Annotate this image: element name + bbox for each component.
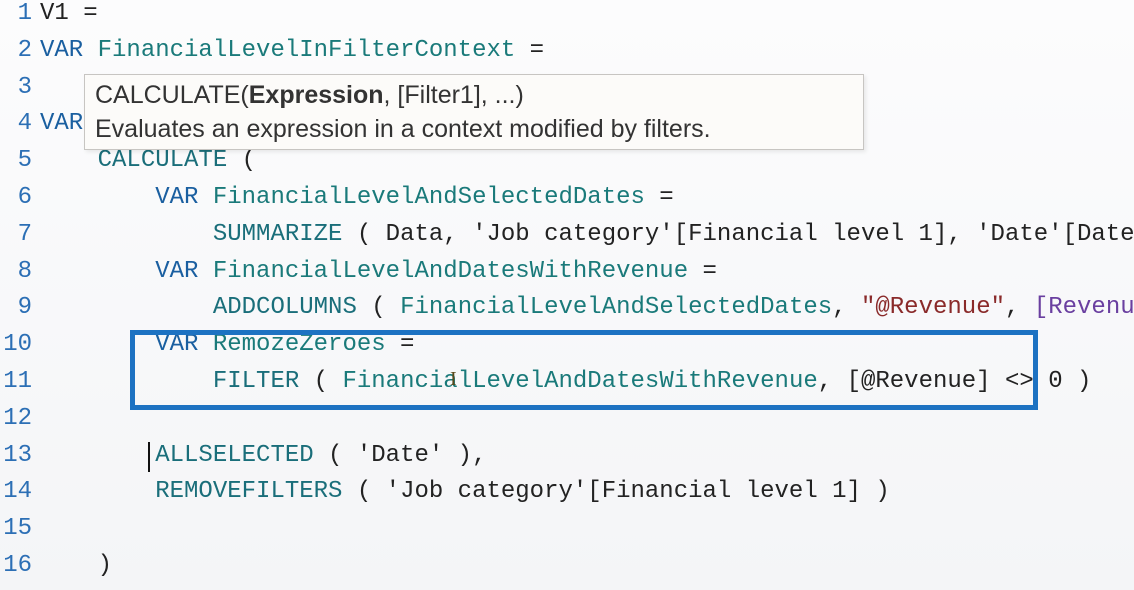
line-number: 11	[0, 368, 38, 395]
comma: ,	[832, 294, 861, 321]
indent	[40, 368, 213, 395]
comma: ,	[1005, 294, 1034, 321]
line-number: 8	[0, 258, 38, 285]
tooltip-description: Evaluates an expression in a context mod…	[95, 113, 853, 147]
keyword-var: VAR	[155, 258, 213, 285]
args: ( 'Job category'[Financial level 1] )	[342, 478, 889, 505]
tooltip-bold-arg: Expression	[249, 81, 384, 109]
paren: )	[1063, 368, 1092, 395]
code-content: VAR FinancialLevelInFilterContext =	[38, 37, 544, 64]
identifier: FinancialLevelAndSelectedDates	[400, 294, 832, 321]
code-content: V1 =	[38, 0, 98, 27]
code-line[interactable]: 10 VAR RemozeZeroes =	[0, 331, 1134, 368]
indent	[40, 221, 213, 248]
tooltip-fn: CALCULATE(	[95, 81, 249, 109]
code-line[interactable]: 13 ALLSELECTED ( 'Date' ),	[0, 442, 1134, 479]
indent	[40, 184, 155, 211]
indent	[40, 331, 155, 358]
code-line[interactable]: 15	[0, 515, 1134, 552]
code-content: REMOVEFILTERS ( 'Job category'[Financial…	[38, 478, 890, 505]
equals: =	[69, 0, 98, 27]
code-content: ALLSELECTED ( 'Date' ),	[38, 442, 486, 469]
code-content: FILTER ( FinancialLevelAndDatesWithReven…	[38, 368, 1091, 395]
function-addcolumns: ADDCOLUMNS	[213, 294, 357, 321]
code-line[interactable]: 8 VAR FinancialLevelAndDatesWithRevenue …	[0, 258, 1134, 295]
code-line[interactable]: 6 VAR FinancialLevelAndSelectedDates =	[0, 184, 1134, 221]
indent	[40, 442, 155, 469]
function-summarize: SUMMARIZE	[213, 221, 343, 248]
args: ( 'Date' ),	[314, 442, 487, 469]
condition: [@Revenue] <> 0	[847, 368, 1063, 395]
line-number: 9	[0, 294, 38, 321]
line-number: 7	[0, 221, 38, 248]
code-line[interactable]: 2 VAR FinancialLevelInFilterContext =	[0, 37, 1134, 74]
paren: (	[299, 368, 342, 395]
paren: (	[227, 147, 256, 174]
line-number: 6	[0, 184, 38, 211]
line-number: 3	[0, 74, 38, 101]
tooltip-rest: , [Filter1], ...)	[384, 81, 524, 109]
code-line[interactable]: 7 SUMMARIZE ( Data, 'Job category'[Finan…	[0, 221, 1134, 258]
indent	[40, 294, 213, 321]
identifier: FinancialLevelAndDatesWithRevenue	[342, 368, 817, 395]
line-number: 4	[0, 110, 38, 137]
tooltip-signature: CALCULATE(Expression, [Filter1], ...)	[95, 79, 853, 113]
code-content: SUMMARIZE ( Data, 'Job category'[Financi…	[38, 221, 1134, 248]
equals: =	[515, 37, 544, 64]
args: ( Data, 'Job category'[Financial level 1…	[342, 221, 1134, 248]
code-line[interactable]: 14 REMOVEFILTERS ( 'Job category'[Financ…	[0, 478, 1134, 515]
line-number: 13	[0, 442, 38, 469]
line-number: 5	[0, 147, 38, 174]
paren: (	[357, 294, 400, 321]
line-number: 12	[0, 405, 38, 432]
indent	[40, 478, 155, 505]
code-content: ADDCOLUMNS ( FinancialLevelAndSelectedDa…	[38, 294, 1134, 321]
keyword-var: VAR	[40, 37, 98, 64]
line-number: 16	[0, 552, 38, 579]
code-content: VAR FinancialLevelAndDatesWithRevenue =	[38, 258, 717, 285]
function-allselected: ALLSELECTED	[155, 442, 313, 469]
line-number: 10	[0, 331, 38, 358]
indent	[40, 552, 98, 579]
line-number: 2	[0, 37, 38, 64]
equals: =	[645, 184, 674, 211]
keyword-var: VAR	[155, 184, 213, 211]
indent	[40, 258, 155, 285]
keyword-var: VAR	[155, 331, 213, 358]
code-line[interactable]: 1 V1 =	[0, 0, 1134, 37]
line-number: 1	[0, 0, 38, 27]
identifier: FinancialLevelAndDatesWithRevenue	[213, 258, 688, 285]
identifier: FinancialLevelInFilterContext	[98, 37, 516, 64]
identifier: FinancialLevelAndSelectedDates	[213, 184, 645, 211]
code-content: VAR FinancialLevelAndSelectedDates =	[38, 184, 674, 211]
paren: )	[98, 552, 112, 579]
function-filter: FILTER	[213, 368, 299, 395]
equals: =	[386, 331, 415, 358]
line-number: 14	[0, 478, 38, 505]
line-number: 15	[0, 515, 38, 542]
code-line[interactable]: 9 ADDCOLUMNS ( FinancialLevelAndSelected…	[0, 294, 1134, 331]
string-literal: "@Revenue"	[861, 294, 1005, 321]
code-line[interactable]: 11 FILTER ( FinancialLevelAndDatesWithRe…	[0, 368, 1134, 405]
comma: ,	[818, 368, 847, 395]
function-calculate: CALCULATE	[98, 147, 228, 174]
code-editor[interactable]: 1 V1 = 2 VAR FinancialLevelInFilterConte…	[0, 0, 1134, 590]
measure-ref: [Revenue]	[1034, 294, 1134, 321]
code-content: VAR RemozeZeroes =	[38, 331, 414, 358]
code-line[interactable]: 5 CALCULATE (	[0, 147, 1134, 184]
code-line[interactable]: 12	[0, 405, 1134, 442]
function-removefilters: REMOVEFILTERS	[155, 478, 342, 505]
code-content: CALCULATE (	[38, 147, 256, 174]
identifier: RemozeZeroes	[213, 331, 386, 358]
text-caret	[148, 442, 150, 472]
code-content: )	[38, 552, 112, 579]
measure-name: V1	[40, 0, 69, 27]
equals: =	[688, 258, 717, 285]
indent	[40, 147, 98, 174]
code-line[interactable]: 16 )	[0, 552, 1134, 589]
intellisense-tooltip: CALCULATE(Expression, [Filter1], ...) Ev…	[84, 74, 864, 150]
